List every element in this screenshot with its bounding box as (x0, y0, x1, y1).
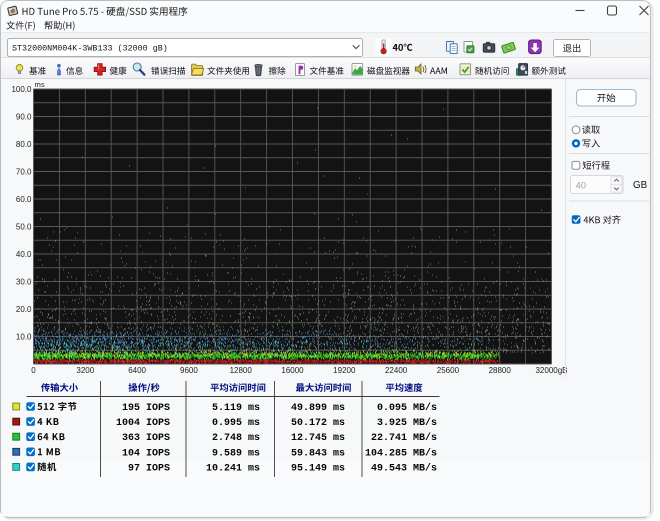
svg-text:10.241 ms: 10.241 ms (206, 463, 260, 474)
svg-text:1004 IOPS: 1004 IOPS (116, 418, 170, 429)
svg-text:25600: 25600 (437, 366, 460, 375)
svg-text:363 IOPS: 363 IOPS (122, 433, 170, 444)
svg-text:22400: 22400 (385, 366, 408, 375)
svg-text:3.925 MB/s: 3.925 MB/s (377, 417, 437, 429)
svg-text:50.0: 50.0 (16, 222, 32, 231)
svg-text:6400: 6400 (128, 366, 146, 375)
svg-text:40.0: 40.0 (16, 250, 32, 259)
svg-text:3200: 3200 (76, 366, 94, 375)
svg-text:195 IOPS: 195 IOPS (122, 403, 170, 414)
svg-text:49.899 ms: 49.899 ms (291, 403, 345, 414)
svg-text:ST32000NM004K-3WB133 (32000 g: ST32000NM004K-3WB133 (32000 gB) (12, 44, 168, 54)
svg-text:60.0: 60.0 (16, 195, 32, 204)
svg-text:10.0: 10.0 (16, 332, 32, 341)
svg-text:9600: 9600 (180, 366, 198, 375)
svg-text:19200: 19200 (333, 366, 356, 375)
svg-text:5.119 ms: 5.119 ms (212, 403, 260, 414)
svg-text:12.745 ms: 12.745 ms (291, 433, 345, 444)
svg-text:0: 0 (31, 366, 36, 375)
svg-text:0.095 MB/s: 0.095 MB/s (377, 402, 437, 414)
svg-text:2.748 ms: 2.748 ms (212, 433, 260, 444)
svg-text:22.741 MB/s: 22.741 MB/s (371, 432, 437, 444)
svg-text:80.0: 80.0 (16, 140, 32, 149)
svg-text:70.0: 70.0 (16, 167, 32, 176)
svg-text:12800: 12800 (230, 366, 253, 375)
svg-text:40: 40 (576, 180, 587, 191)
svg-text:32000gB: 32000gB (535, 366, 567, 375)
svg-text:59.843 ms: 59.843 ms (291, 448, 345, 459)
svg-text:ms: ms (35, 80, 45, 89)
svg-text:20.0: 20.0 (16, 305, 32, 314)
svg-text:50.172 ms: 50.172 ms (291, 418, 345, 429)
svg-text:95.149 ms: 95.149 ms (291, 463, 345, 474)
svg-text:30.0: 30.0 (16, 277, 32, 286)
svg-text:97 IOPS: 97 IOPS (128, 463, 170, 474)
svg-text:9.589 ms: 9.589 ms (212, 448, 260, 459)
svg-text:104 IOPS: 104 IOPS (122, 448, 170, 459)
svg-text:49.543 MB/s: 49.543 MB/s (371, 462, 437, 474)
svg-text:104.285 MB/s: 104.285 MB/s (365, 447, 437, 459)
svg-text:0.995 ms: 0.995 ms (212, 418, 260, 429)
svg-text:16000: 16000 (281, 366, 304, 375)
svg-text:100.0: 100.0 (11, 85, 32, 94)
svg-text:GB: GB (633, 180, 648, 191)
svg-text:28800: 28800 (489, 366, 512, 375)
svg-text:90.0: 90.0 (16, 112, 32, 121)
